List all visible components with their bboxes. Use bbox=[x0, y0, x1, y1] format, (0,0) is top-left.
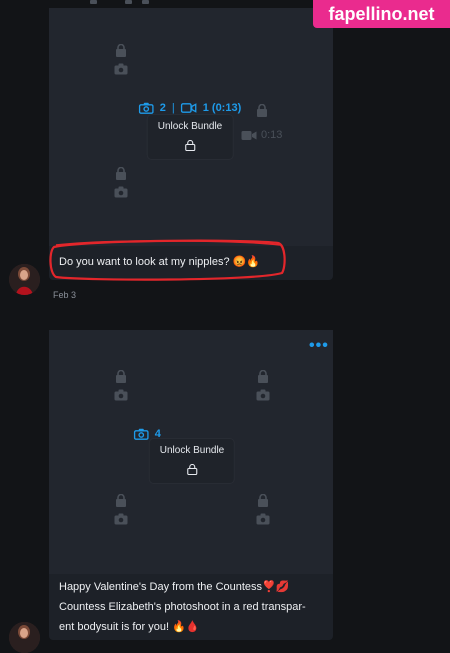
camera-icon bbox=[114, 389, 128, 401]
watermark-logo: fapellino.net bbox=[313, 0, 450, 28]
locked-photo-4 bbox=[255, 370, 271, 401]
camera-icon bbox=[133, 428, 149, 440]
lock-icon bbox=[116, 44, 126, 57]
video-camera-icon bbox=[180, 103, 197, 113]
locked-video-duration: 0:13 bbox=[241, 129, 282, 141]
message-date: Feb 3 bbox=[53, 290, 77, 300]
lock-icon bbox=[116, 370, 126, 383]
camera-icon bbox=[138, 102, 154, 114]
lock-icon bbox=[258, 494, 268, 507]
top-icon-3 bbox=[142, 0, 149, 4]
avatar[interactable] bbox=[9, 264, 40, 295]
locked-photo-3 bbox=[113, 370, 129, 401]
locked-photo-5 bbox=[113, 494, 129, 525]
lock-icon bbox=[116, 167, 126, 180]
locked-photo-6 bbox=[255, 494, 271, 525]
caption-line-3: ent bodysuit is for you! 🔥🩸 bbox=[59, 621, 200, 633]
unlock-bundle-button-1[interactable]: Unlock Bundle bbox=[147, 115, 233, 159]
camera-icon bbox=[256, 513, 270, 525]
unlock-bundle-button-2[interactable]: Unlock Bundle bbox=[149, 439, 235, 483]
post-caption-2: Happy Valentine's Day from the Countess❣… bbox=[59, 577, 306, 637]
more-options-icon[interactable]: ••• bbox=[309, 337, 329, 355]
lock-icon bbox=[258, 370, 268, 383]
top-icon-1 bbox=[90, 0, 97, 4]
stats-separator: | bbox=[171, 102, 175, 114]
lock-icon bbox=[116, 494, 126, 507]
caption-line-2: Countess Elizabeth's photoshoot in a red… bbox=[59, 601, 306, 613]
camera-icon bbox=[256, 389, 270, 401]
caption-line-1: Happy Valentine's Day from the Countess❣… bbox=[59, 581, 290, 593]
top-icon-2 bbox=[125, 0, 132, 4]
photo-count: 2 bbox=[159, 102, 166, 114]
unlock-bundle-2[interactable]: 4 Unlock Bundle bbox=[133, 425, 235, 483]
lock-icon bbox=[184, 140, 196, 151]
camera-icon bbox=[114, 186, 128, 198]
unlock-bundle-label: Unlock Bundle bbox=[157, 121, 223, 132]
top-icons bbox=[90, 0, 150, 6]
unlock-bundle-label: Unlock Bundle bbox=[159, 445, 225, 456]
red-highlight-oval bbox=[49, 239, 286, 281]
locked-photo-2 bbox=[113, 167, 129, 198]
video-camera-icon bbox=[241, 130, 257, 140]
camera-icon bbox=[114, 513, 128, 525]
lock-icon bbox=[257, 103, 267, 117]
camera-icon bbox=[114, 63, 128, 75]
lock-icon bbox=[186, 464, 198, 475]
locked-photo-1 bbox=[113, 44, 129, 75]
locked-video-lock bbox=[256, 103, 268, 122]
video-duration-text: 0:13 bbox=[261, 129, 283, 141]
video-count: 1 (0:13) bbox=[202, 102, 242, 114]
unlock-bundle-1[interactable]: 2 | 1 (0:13) Unlock Bundle bbox=[138, 99, 242, 159]
